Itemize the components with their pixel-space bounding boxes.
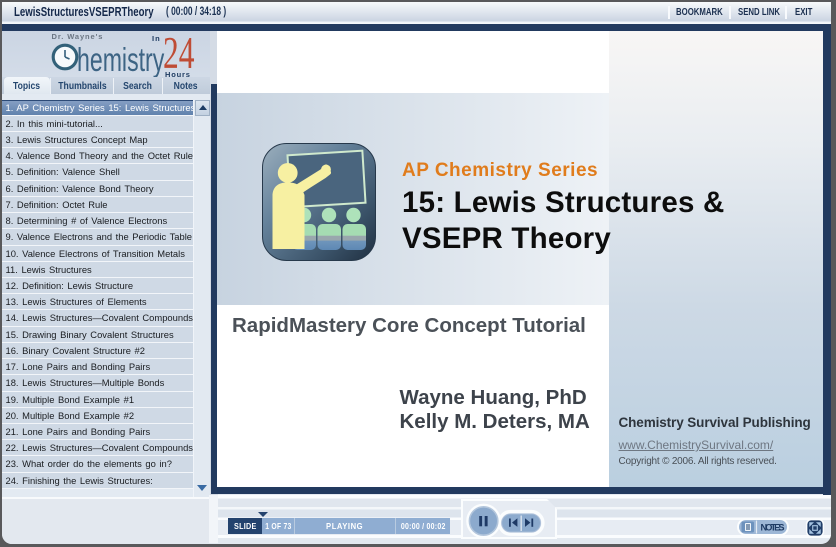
svg-text:NOTES: NOTES xyxy=(761,522,785,532)
